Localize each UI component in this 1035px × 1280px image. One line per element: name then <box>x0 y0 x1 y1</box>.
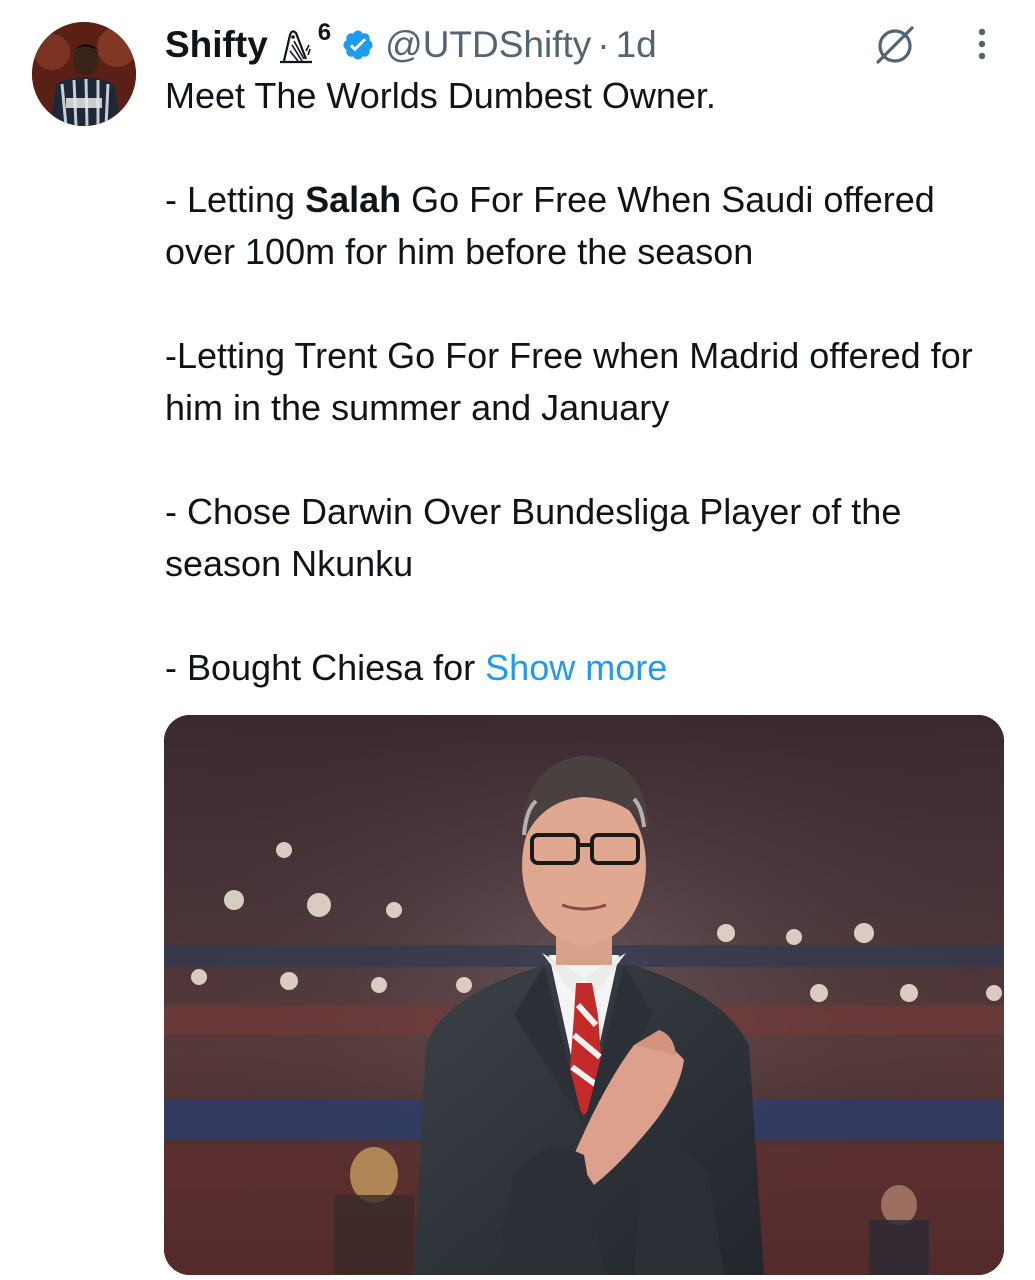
author-avatar[interactable] <box>32 22 136 126</box>
chiesa-text: - Bought Chiesa for <box>165 647 486 688</box>
badge-count: 6 <box>317 19 332 46</box>
owl-icon <box>279 30 312 64</box>
tweet-header: Shifty 6 @UTDShifty · 1d <box>165 19 657 70</box>
verified-badge-icon <box>341 28 375 62</box>
grok-icon[interactable] <box>872 22 918 68</box>
more-vertical-icon[interactable] <box>972 24 992 64</box>
tweet-timestamp[interactable]: 1d <box>616 24 657 66</box>
author-display-name[interactable]: Shifty <box>165 24 268 66</box>
author-handle[interactable]: @UTDShifty <box>385 24 591 66</box>
tweet-paragraph-trent: -Letting Trent Go For Free when Madrid o… <box>165 335 973 428</box>
separator-dot: · <box>597 24 610 65</box>
show-more-link[interactable]: Show more <box>485 647 667 688</box>
tweet-paragraph-chiesa: - Bought Chiesa for Show more <box>165 642 1005 694</box>
salah-prefix: - Letting <box>165 179 306 220</box>
tweet-paragraph-darwin: - Chose Darwin Over Bundesliga Player of… <box>165 491 902 584</box>
tweet-line-intro: Meet The Worlds Dumbest Owner. <box>165 75 716 116</box>
tweet-text: Meet The Worlds Dumbest Owner. - Letting… <box>165 70 1005 694</box>
salah-bold: Salah <box>305 179 402 220</box>
owl-badge: 6 <box>276 19 331 65</box>
tweet-paragraph-salah: - Letting Salah Go For Free When Saudi o… <box>165 174 1005 278</box>
tweet-media-image[interactable] <box>164 715 1004 1275</box>
